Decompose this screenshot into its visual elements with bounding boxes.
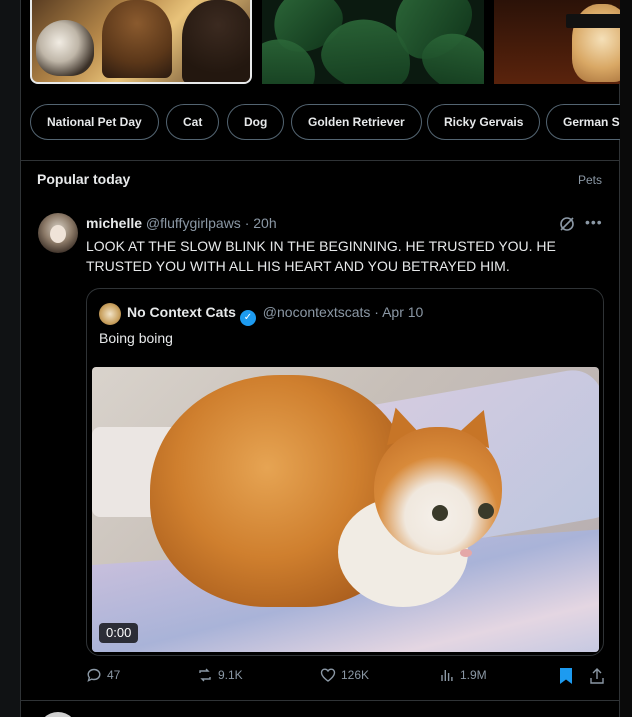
views-button[interactable]: 1.9M — [439, 667, 487, 689]
tweet-header: michelle @fluffygirlpaws · 20h — [86, 215, 277, 231]
divider — [21, 700, 621, 701]
image-strip — [30, 0, 622, 84]
repost-icon — [199, 668, 211, 682]
quoted-header: No Context Cats ✓ @nocontextscats · Apr 1… — [127, 304, 423, 326]
left-rail — [0, 0, 20, 717]
grok-icon[interactable] — [558, 215, 576, 233]
chip-german-s[interactable]: German S — [546, 104, 622, 140]
cat-head — [374, 427, 502, 555]
trending-image-pets[interactable] — [30, 0, 252, 84]
video-player[interactable]: 0:00 — [92, 367, 599, 652]
tweet-text: LOOK AT THE SLOW BLINK IN THE BEGINNING.… — [86, 238, 556, 274]
chip-golden-retriever[interactable]: Golden Retriever — [291, 104, 422, 140]
reply-icon — [87, 668, 101, 682]
views-count: 1.9M — [460, 668, 487, 682]
quoted-tweet-time[interactable]: · Apr 10 — [374, 304, 423, 320]
trending-image-plants[interactable] — [262, 0, 484, 84]
author-handle[interactable]: @fluffygirlpaws — [146, 215, 241, 231]
verified-badge-icon: ✓ — [239, 310, 256, 326]
bookmark-icon[interactable] — [559, 667, 573, 685]
avatar[interactable] — [38, 213, 78, 253]
section-title: Popular today — [37, 171, 131, 187]
chip-ricky-gervais[interactable]: Ricky Gervais — [427, 104, 541, 140]
cat-eye — [432, 505, 448, 521]
trending-chips: National Pet Day Cat Dog Golden Retrieve… — [30, 104, 622, 140]
avatar-face — [50, 225, 66, 243]
tweet-time[interactable]: · 20h — [245, 215, 277, 231]
quoted-tweet[interactable]: No Context Cats ✓ @nocontextscats · Apr 1… — [86, 288, 604, 656]
cat-nose — [460, 549, 472, 557]
more-options-icon[interactable]: ••• — [585, 214, 603, 230]
cat-eye — [478, 503, 494, 519]
reply-count: 47 — [107, 668, 121, 682]
views-icon — [441, 670, 453, 681]
timeline-column: National Pet Day Cat Dog Golden Retrieve… — [20, 0, 622, 717]
like-button[interactable]: 126K — [320, 667, 369, 689]
tweet-actions: 47 9.1K 126K 1.9M — [86, 667, 606, 689]
author-name[interactable]: michelle — [86, 215, 142, 231]
heart-icon — [320, 668, 336, 682]
divider — [21, 160, 621, 161]
share-icon[interactable] — [589, 667, 605, 685]
like-count: 126K — [341, 668, 370, 682]
chip-national-pet-day[interactable]: National Pet Day — [30, 104, 159, 140]
quoted-avatar[interactable] — [99, 303, 121, 325]
repost-button[interactable]: 9.1K — [197, 667, 243, 689]
trending-image-doge[interactable] — [494, 0, 622, 84]
quoted-author-name[interactable]: No Context Cats — [127, 304, 236, 320]
person-figure — [102, 0, 172, 78]
quoted-text: Boing boing — [99, 330, 173, 346]
chip-cat[interactable]: Cat — [166, 104, 220, 140]
cat-figure — [36, 20, 94, 76]
quoted-author-handle[interactable]: @nocontextscats — [263, 304, 371, 320]
chip-dog[interactable]: Dog — [227, 104, 285, 140]
section-category[interactable]: Pets — [578, 173, 602, 187]
sunglasses-shape — [566, 14, 622, 28]
person-figure — [182, 0, 250, 82]
right-rail — [620, 0, 632, 717]
reply-button[interactable]: 47 — [86, 667, 120, 689]
next-tweet-avatar[interactable] — [38, 712, 78, 717]
repost-count: 9.1K — [218, 668, 243, 682]
video-time-badge: 0:00 — [99, 623, 139, 643]
